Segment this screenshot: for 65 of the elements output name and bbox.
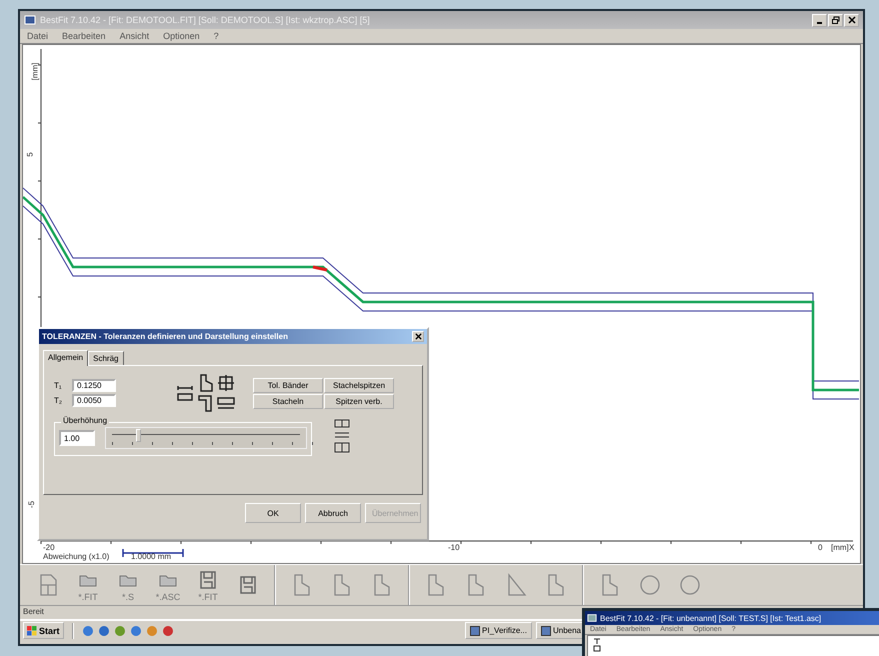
axis-tick-label: 5	[26, 152, 35, 157]
input-field[interactable]: 0.0050	[72, 394, 116, 407]
circle-icon	[678, 573, 702, 597]
close-icon	[848, 16, 856, 24]
toolbar-button[interactable]: *.FIT	[70, 566, 106, 604]
app-icon	[540, 626, 551, 636]
menu-item[interactable]: Optionen	[162, 31, 201, 41]
dialog-title: TOLERANZEN - Toleranzen definieren und Darstellung einstellen	[42, 332, 289, 341]
app-icon	[587, 613, 597, 623]
group-label: Überhöhung	[61, 416, 110, 425]
axis-unit: [mm]	[831, 543, 849, 552]
menu-item[interactable]: ?	[212, 31, 220, 41]
start-button[interactable]: Start	[23, 622, 64, 639]
close-button[interactable]	[412, 331, 424, 342]
toggle-button[interactable]: Tol. Bänder	[253, 378, 323, 392]
minimize-button[interactable]	[812, 14, 827, 26]
menu-item[interactable]: Datei	[26, 31, 50, 41]
dialog-button[interactable]: OK	[245, 503, 301, 523]
toggle-button[interactable]: Spitzen verb.	[324, 394, 394, 408]
app-icon	[24, 14, 36, 26]
close-button[interactable]	[844, 14, 859, 26]
exaggeration-icon	[334, 419, 350, 453]
quick-launch-icon[interactable]	[146, 624, 158, 636]
dimension-icon[interactable]	[176, 384, 194, 402]
toolbar-button[interactable]: *.FIT	[190, 566, 226, 604]
quick-launch-icon[interactable]	[162, 624, 174, 636]
menu-item[interactable]: Bearbeiten	[61, 31, 107, 41]
scale-length: 1.0000 mm	[131, 552, 172, 561]
taskbar-button[interactable]: PI_Verifize...	[465, 622, 532, 639]
axis-name: X	[849, 543, 854, 552]
axis-unit-icon	[592, 638, 602, 652]
close-icon	[414, 333, 422, 340]
scale-label: Abweichung (x1.0)	[43, 552, 110, 561]
slider-thumb[interactable]	[136, 429, 141, 442]
menu-item[interactable]: Ansicht	[118, 31, 150, 41]
input-field[interactable]: 0.1250	[72, 379, 116, 392]
tab[interactable]: Schräg	[88, 351, 124, 365]
tab[interactable]: Allgemein	[43, 350, 88, 366]
axis-tick-label: -10	[448, 543, 460, 552]
field-label: T₁	[54, 381, 63, 390]
quick-launch-icon[interactable]	[98, 624, 110, 636]
scale-bar	[122, 548, 184, 558]
crosshair-icon[interactable]	[217, 374, 235, 392]
input-field[interactable]: 1.00	[59, 430, 95, 446]
maximize-icon	[832, 16, 840, 24]
quick-launch-icon[interactable]	[82, 624, 94, 636]
field-label: T₂	[54, 396, 63, 405]
quick-launch-icon[interactable]	[130, 624, 142, 636]
quick-launch-icon[interactable]	[114, 624, 126, 636]
toggle-button[interactable]: Stacheln	[253, 394, 323, 408]
axis-tick-label: 0	[818, 543, 822, 552]
dialog-button[interactable]: Abbruch	[305, 503, 361, 523]
toolbar-button[interactable]: *.S	[110, 566, 146, 604]
maximize-button[interactable]	[828, 14, 843, 26]
axis-unit: [mm]	[30, 62, 40, 80]
axis-tick-label: -5	[27, 500, 36, 508]
window-title: BestFit 7.10.42 - [Fit: DEMOTOOL.FIT] [Soll: DEMOTOOL.S] [Ist: wkztrop.ASC] [5]	[40, 15, 371, 25]
toolbar-button[interactable]: *.ASC	[150, 566, 186, 604]
window-title: BestFit 7.10.42 - [Fit: unbenannt] [Soll: TEST.S] [Ist: Test1.asc]	[600, 614, 822, 622]
app-icon	[470, 626, 480, 636]
toggle-button[interactable]: Stachelspitzen	[324, 378, 394, 392]
windows-logo-icon	[27, 626, 37, 636]
circle-icon	[638, 573, 662, 597]
axis-tick-label: -20	[43, 543, 55, 552]
profile-shape-icon[interactable]	[197, 394, 215, 412]
